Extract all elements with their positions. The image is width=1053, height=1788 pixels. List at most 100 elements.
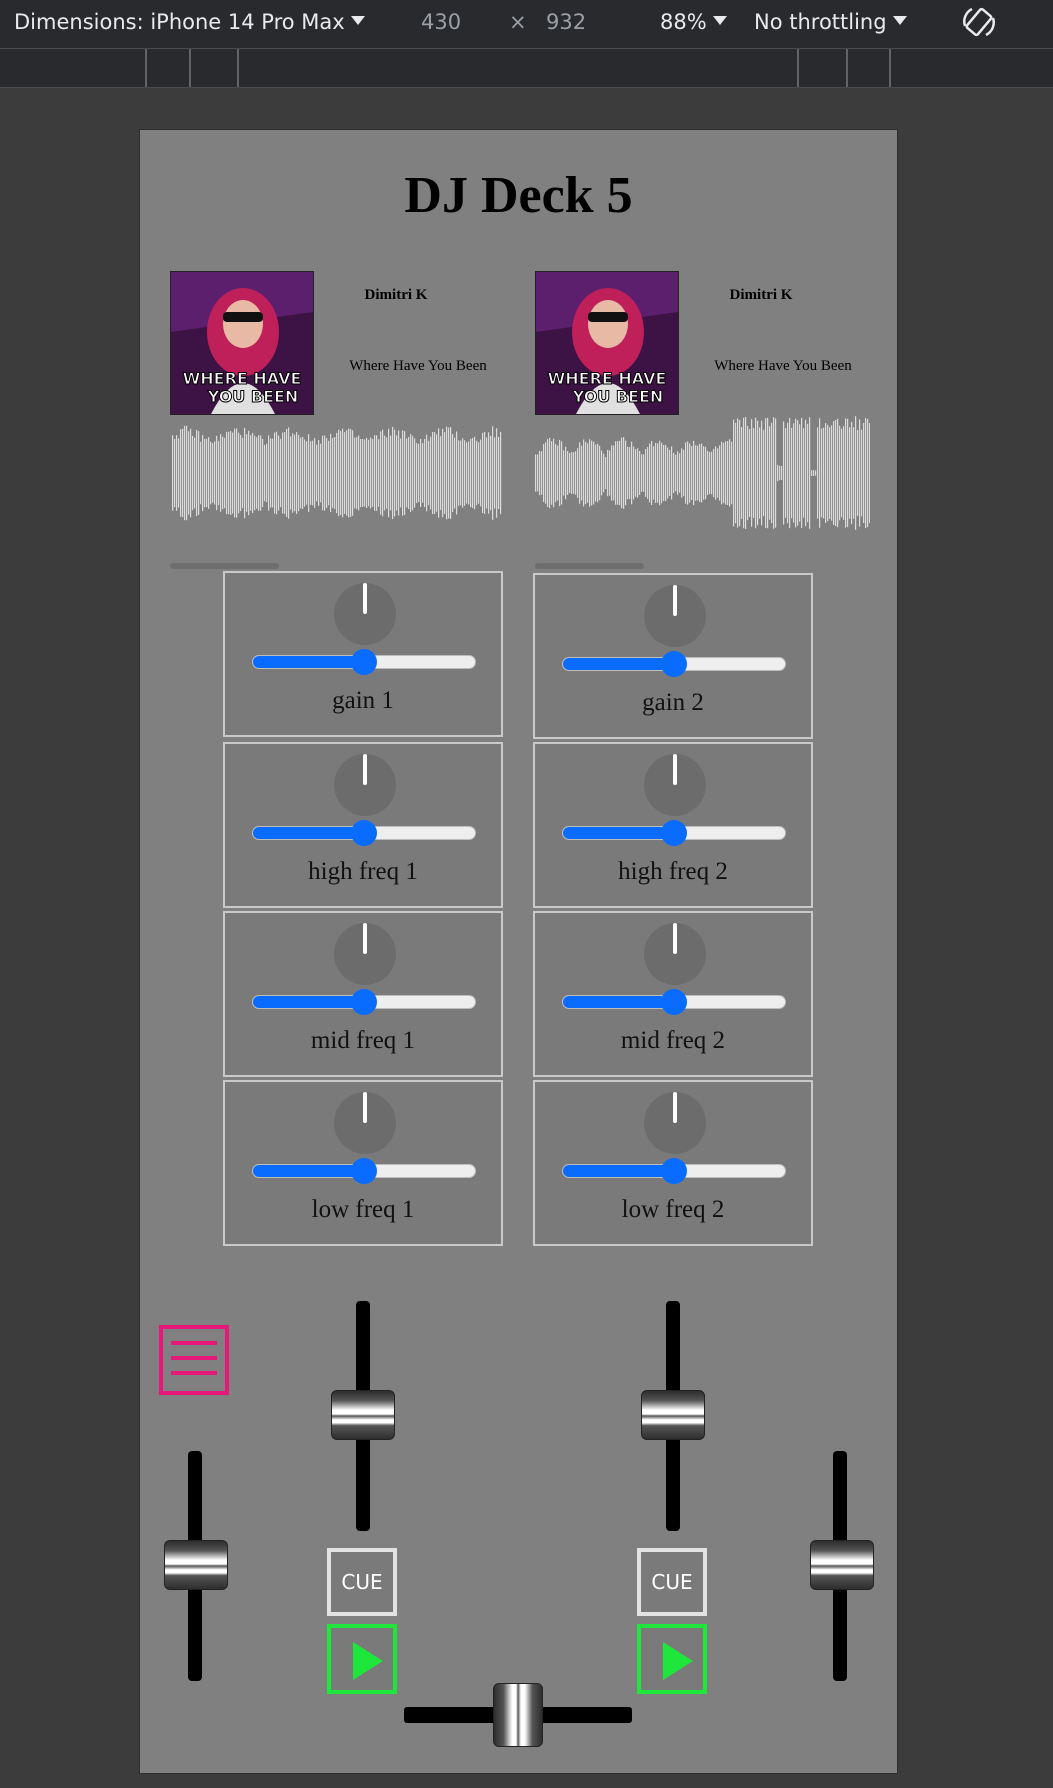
waveform-bar (827, 424, 829, 522)
waveform-bar (324, 435, 326, 511)
waveform-bar (258, 435, 260, 511)
waveform-bar (601, 450, 603, 496)
crossfader-handle[interactable] (493, 1683, 543, 1747)
slider-high-freq-2[interactable] (562, 820, 786, 846)
waveform-bar (498, 436, 500, 510)
waveform-bar (420, 438, 422, 508)
play-button-deck-1[interactable] (327, 1624, 397, 1694)
waveform-bar (671, 446, 673, 500)
menu-button[interactable] (159, 1325, 229, 1395)
waveform-bar (204, 438, 206, 508)
waveform-bar (669, 449, 671, 497)
waveform-bar (282, 432, 284, 514)
volume-fader-handle-deck-2[interactable] (641, 1390, 705, 1440)
slider-thumb[interactable] (661, 1158, 687, 1184)
waveform-bar (605, 456, 607, 490)
ruler-divider (797, 49, 799, 87)
slider-thumb[interactable] (661, 820, 687, 846)
waveform-bar (771, 422, 773, 524)
waveform-bar (813, 470, 815, 476)
knob-high-freq-1[interactable] (334, 754, 396, 816)
waveform-bar (232, 432, 234, 514)
waveform-bar (402, 430, 404, 516)
knob-mid-freq-2[interactable] (644, 923, 706, 985)
slider-high-freq-1[interactable] (252, 820, 476, 846)
waveform-bar (567, 451, 569, 495)
progress-bar-deck-1[interactable] (170, 563, 279, 569)
width-input[interactable]: 430 (421, 10, 461, 34)
svg-text:WHERE HAVE: WHERE HAVE (183, 369, 302, 388)
waveform-bar (713, 448, 715, 498)
waveform-bar (272, 438, 274, 508)
knob-panel-high-freq-1: high freq 1 (223, 742, 503, 908)
waveform-bar (190, 428, 192, 518)
knob-gain-1[interactable] (334, 583, 396, 645)
waveform-bar (364, 439, 366, 507)
waveform-bar (577, 448, 579, 498)
waveform-bar (787, 422, 789, 524)
knob-indicator (673, 1092, 677, 1123)
knob-label: high freq 1 (308, 858, 418, 885)
pitch-fader-handle-deck-2[interactable] (810, 1540, 874, 1590)
waveform-bar (635, 449, 637, 497)
waveform-bar (725, 441, 727, 505)
waveform-bar (667, 447, 669, 499)
deck-1-song: Where Have You Been (349, 358, 487, 374)
cue-button-deck-2[interactable]: CUE (637, 1548, 707, 1616)
waveform-bar (869, 423, 870, 523)
slider-low-freq-2[interactable] (562, 1158, 786, 1184)
waveform-bar (745, 416, 747, 530)
slider-low-freq-1[interactable] (252, 1158, 476, 1184)
waveform-bar (607, 449, 609, 497)
waveform-bar (805, 419, 807, 527)
height-input[interactable]: 932 (546, 10, 586, 34)
cue-button-deck-1[interactable]: CUE (327, 1548, 397, 1616)
waveform-bar (448, 427, 450, 519)
knob-gain-2[interactable] (644, 585, 706, 647)
slider-thumb[interactable] (351, 989, 377, 1015)
waveform-bar (198, 431, 200, 515)
slider-thumb[interactable] (661, 651, 687, 677)
slider-gain-1[interactable] (252, 649, 476, 675)
slider-thumb[interactable] (351, 1158, 377, 1184)
hamburger-line (171, 1341, 217, 1345)
waveform-bar (344, 432, 346, 514)
knob-panel-low-freq-1: low freq 1 (223, 1080, 503, 1246)
knob-high-freq-2[interactable] (644, 754, 706, 816)
zoom-dropdown[interactable]: 88% (660, 10, 727, 34)
waveform-bar (861, 429, 863, 517)
rotate-icon[interactable] (960, 4, 998, 42)
waveform-bar (264, 444, 266, 502)
knob-mid-freq-1[interactable] (334, 923, 396, 985)
slider-mid-freq-2[interactable] (562, 989, 786, 1015)
throttling-dropdown[interactable]: No throttling (754, 10, 907, 34)
waveform-bar (224, 437, 226, 509)
waveform-bar (641, 454, 643, 492)
pitch-fader-handle-deck-1[interactable] (164, 1540, 228, 1590)
waveform-bar (801, 417, 803, 529)
waveform-bar (761, 420, 763, 526)
waveform-bar (841, 428, 843, 518)
slider-thumb[interactable] (351, 820, 377, 846)
waveform-bar (288, 427, 290, 519)
slider-thumb[interactable] (661, 989, 687, 1015)
knob-low-freq-1[interactable] (334, 1092, 396, 1154)
waveform-bar (220, 434, 222, 512)
device-dimensions-dropdown[interactable]: Dimensions: iPhone 14 Pro Max (14, 10, 365, 34)
app-title: DJ Deck 5 (404, 167, 633, 224)
waveform-bar (306, 441, 308, 505)
play-button-deck-2[interactable] (637, 1624, 707, 1694)
waveform-bar (470, 438, 472, 508)
slider-thumb[interactable] (351, 649, 377, 675)
throttling-label: No throttling (754, 10, 887, 34)
slider-gain-2[interactable] (562, 651, 786, 677)
slider-mid-freq-1[interactable] (252, 989, 476, 1015)
waveform-deck-2[interactable] (535, 413, 870, 533)
waveform-bar (721, 441, 723, 505)
knob-low-freq-2[interactable] (644, 1092, 706, 1154)
volume-fader-handle-deck-1[interactable] (331, 1390, 395, 1440)
progress-bar-deck-2[interactable] (535, 563, 644, 569)
waveform-deck-1[interactable] (172, 423, 502, 523)
waveform-bar (246, 434, 248, 512)
waveform-bar (412, 435, 414, 511)
